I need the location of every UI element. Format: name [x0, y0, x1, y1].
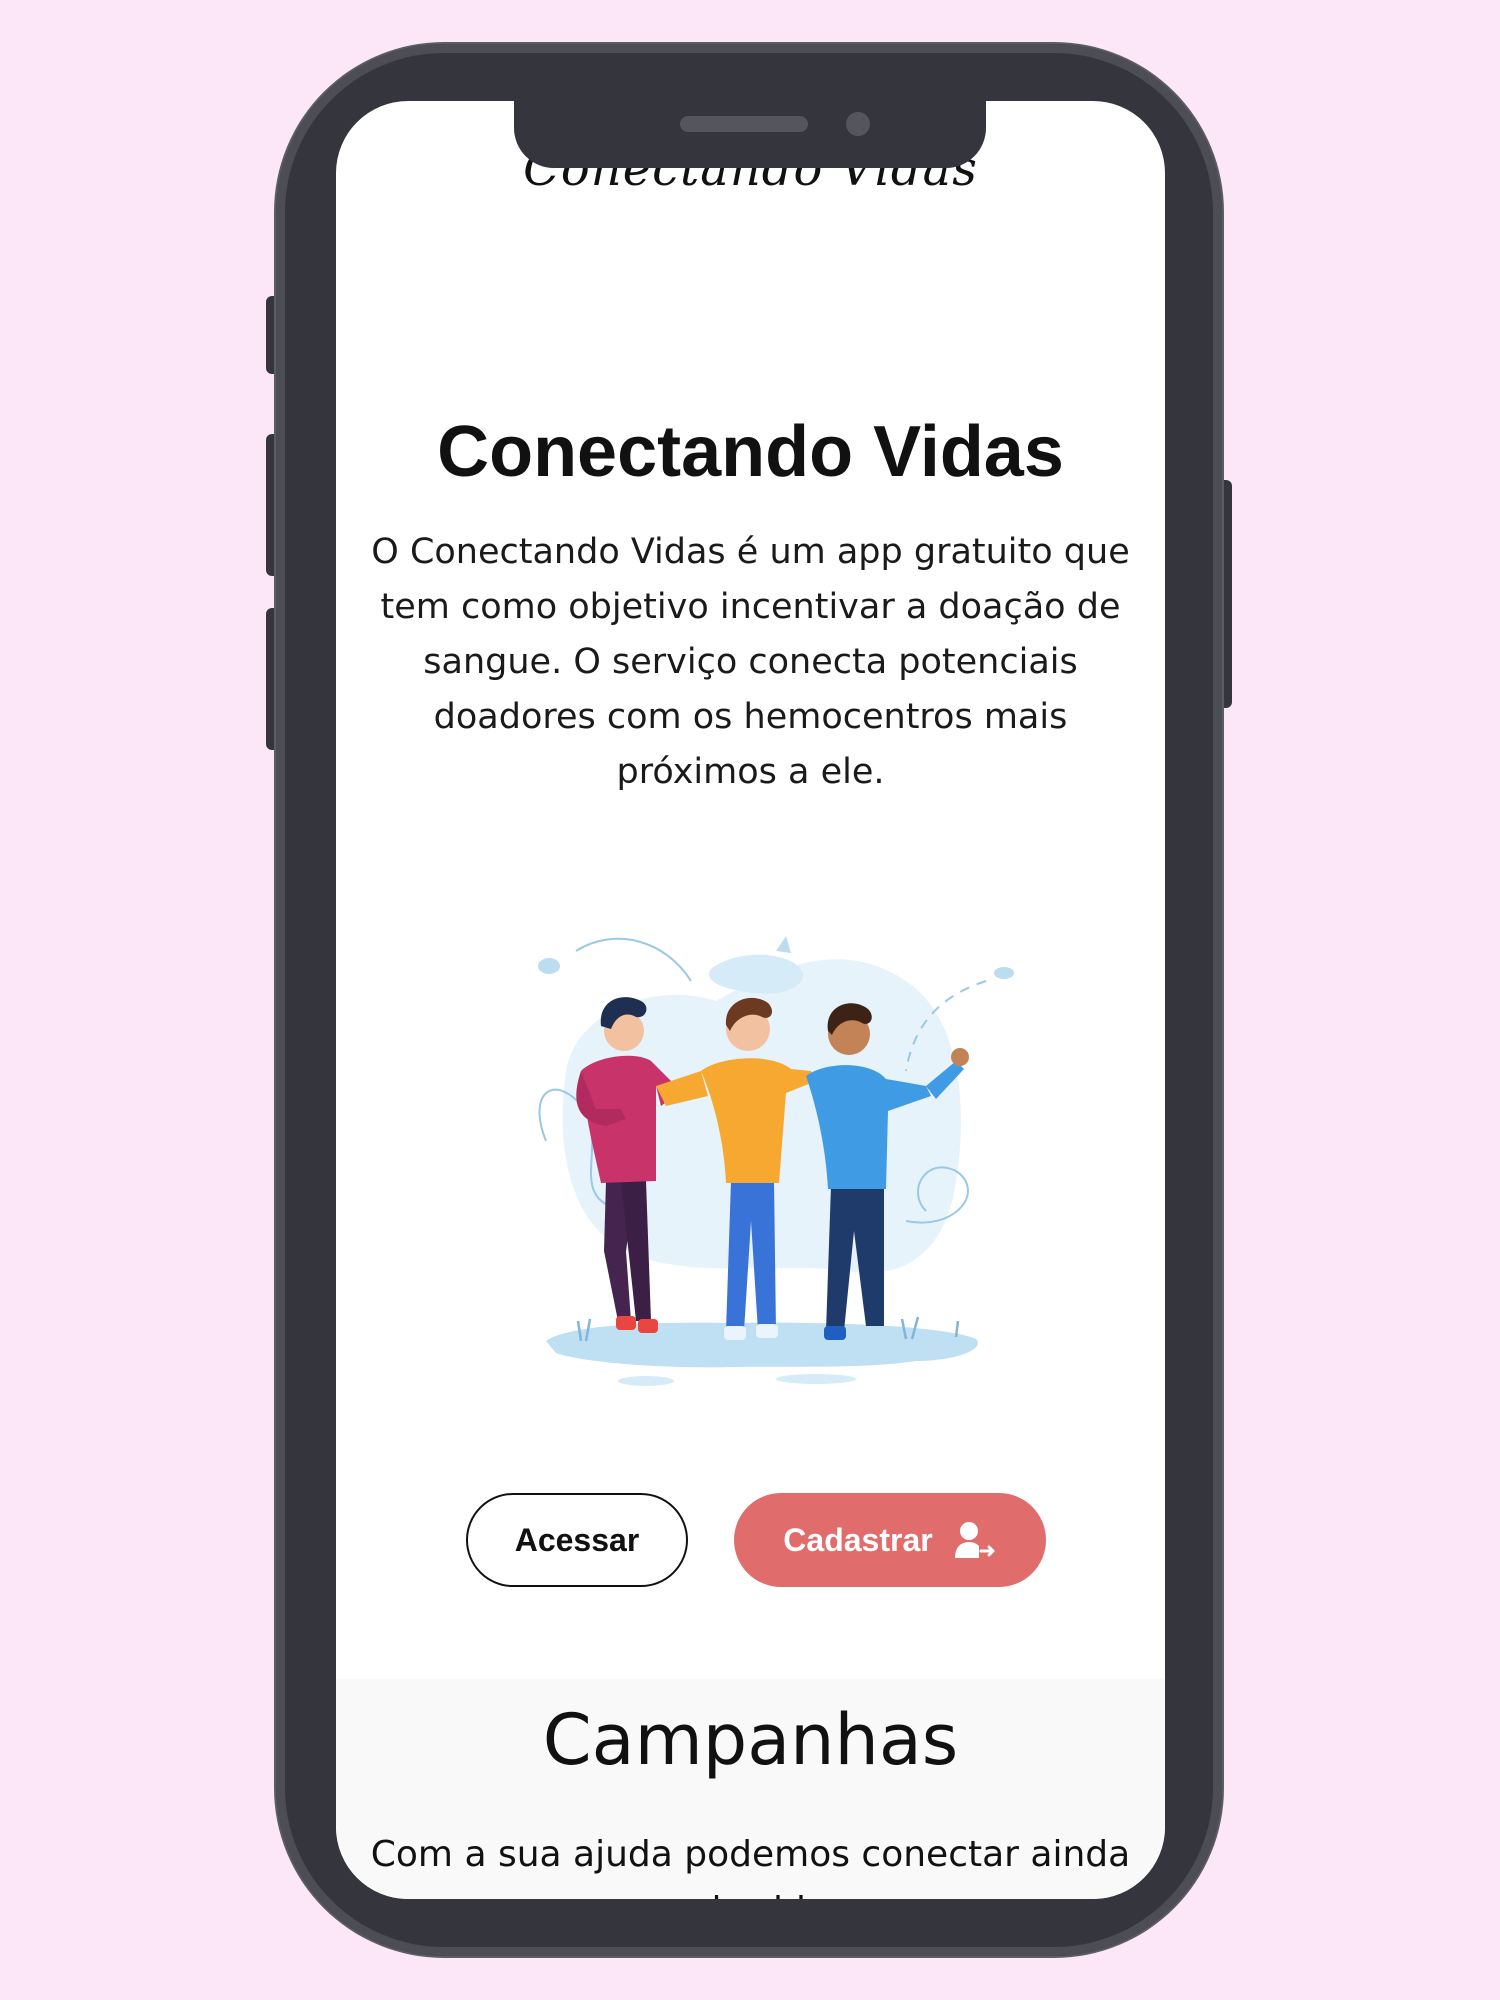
page-title: Conectando Vidas	[437, 412, 1064, 492]
access-button[interactable]: Acessar	[466, 1493, 688, 1587]
front-camera	[846, 112, 870, 136]
campaigns-description: Com a sua ajuda podemos conectar ainda m…	[370, 1834, 1131, 1899]
register-button[interactable]: Cadastrar	[734, 1493, 1046, 1587]
hero-description: O Conectando Vidas é um app gratuito que…	[371, 532, 1130, 792]
campaigns-title: Campanhas	[542, 1699, 959, 1781]
friends-walking-illustration	[538, 936, 1014, 1386]
user-add-icon	[954, 1522, 995, 1558]
campaigns-section: Campanhas Com a sua ajuda podemos conect…	[336, 1679, 1165, 1899]
app-screen[interactable]: Conectando Vidas Conectando Vidas O Cone…	[336, 101, 1165, 1899]
phone-notch	[514, 100, 986, 168]
speaker-grille	[680, 116, 808, 132]
access-button-label: Acessar	[514, 1521, 640, 1558]
register-button-label: Cadastrar	[783, 1521, 933, 1558]
